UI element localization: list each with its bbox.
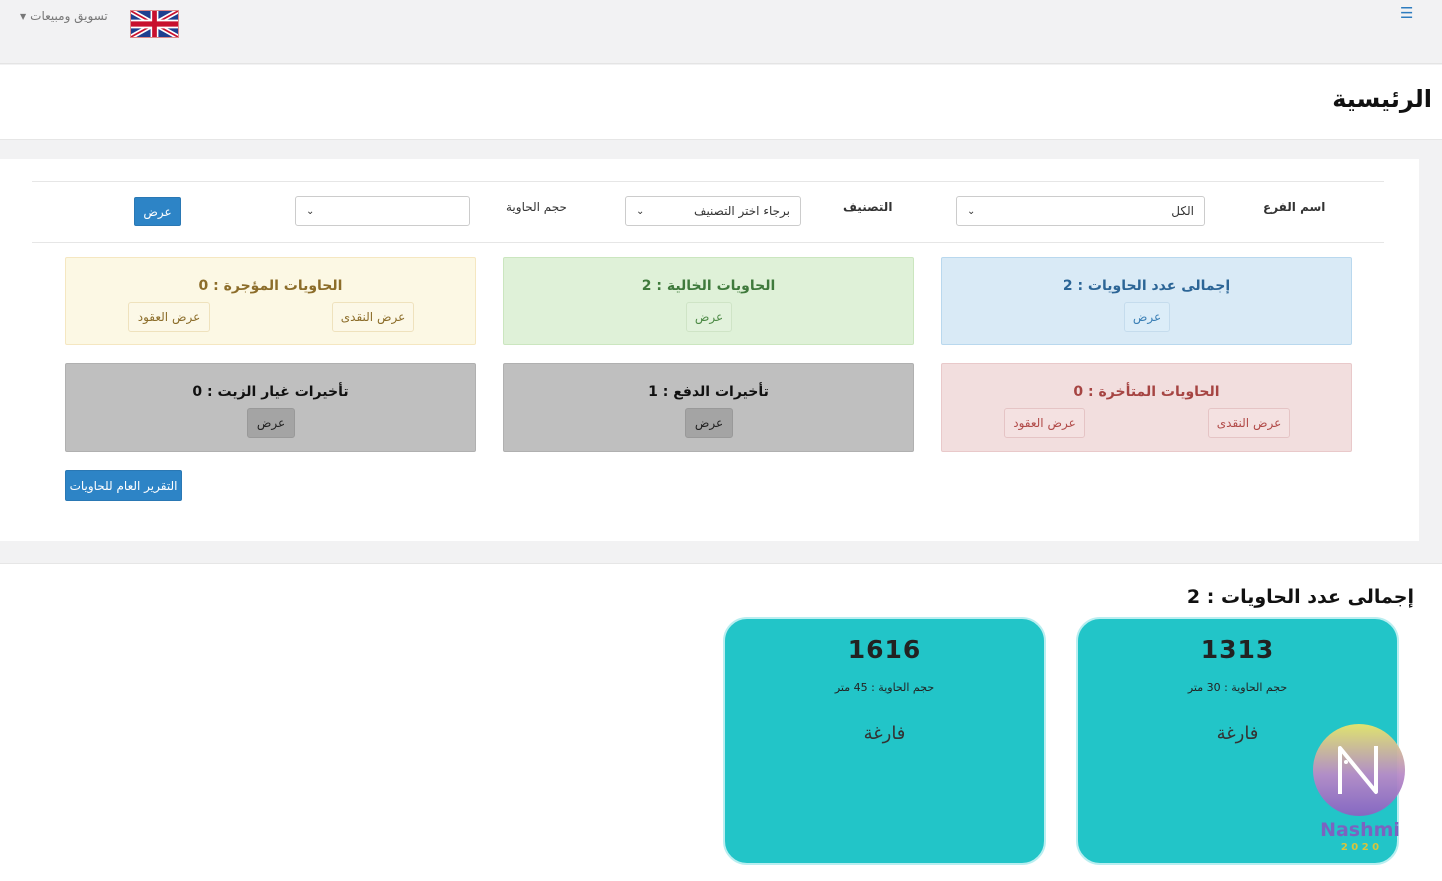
- logo-text: Nashmi: [1320, 819, 1400, 841]
- chevron-down-icon: ⌄: [967, 205, 976, 217]
- nashmi-logo: Nashmi 2 0 2 0: [1313, 724, 1405, 852]
- oil-delays-card: تأخيرات غيار الزيت : 0 عرض: [65, 363, 476, 452]
- rented-containers-title: الحاويات المؤجرة : 0: [198, 278, 343, 294]
- show-button[interactable]: عرض: [134, 197, 181, 226]
- total-containers-title: إجمالى عدد الحاويات : 2: [1062, 278, 1231, 294]
- container-size: حجم الحاوية : 45 متر: [834, 681, 935, 694]
- oil-delays-title: تأخيرات غيار الزيت : 0: [192, 384, 349, 400]
- container-number: 1313: [1200, 635, 1275, 664]
- branch-label: اسم الفرع: [1263, 200, 1326, 214]
- rented-containers-card: الحاويات المؤجرة : 0 عرض النقدى عرض العق…: [65, 257, 476, 345]
- general-report-button[interactable]: التقرير العام للحاويات: [65, 470, 182, 501]
- top-navbar: ☰ تسويق ومبيعات ▼: [0, 0, 1442, 64]
- container-tile[interactable]: 1616 حجم الحاوية : 45 متر فارغة: [723, 617, 1046, 865]
- late-containers-title: الحاويات المتأخرة : 0: [1073, 384, 1220, 400]
- payment-delays-view-button[interactable]: عرض: [685, 408, 733, 438]
- category-select-value: برجاء اختر التصنيف: [694, 204, 790, 218]
- branch-select[interactable]: الكل ⌄: [956, 196, 1205, 226]
- user-menu-label: تسويق ومبيعات: [30, 9, 108, 23]
- containers-section-title: إجمالى عدد الحاويات : 2: [1186, 586, 1414, 608]
- logo-subtext: 2 0 2 0: [1341, 842, 1379, 852]
- page-title: الرئيسية: [1332, 85, 1432, 113]
- empty-containers-title: الحاويات الخالية : 2: [641, 278, 776, 294]
- dashboard-panel: اسم الفرع الكل ⌄ التصنيف برجاء اختر التص…: [0, 159, 1419, 541]
- size-select[interactable]: ⌄: [295, 196, 470, 226]
- branch-select-value: الكل: [1171, 204, 1194, 218]
- page-header: الرئيسية: [0, 65, 1442, 140]
- caret-down-icon: ▼: [20, 11, 27, 21]
- payment-delays-card: تأخيرات الدفع : 1 عرض: [503, 363, 914, 452]
- total-containers-view-button[interactable]: عرض: [1124, 302, 1170, 332]
- empty-containers-card: الحاويات الخالية : 2 عرض: [503, 257, 914, 345]
- size-label: حجم الحاوية: [506, 200, 567, 214]
- container-number: 1616: [847, 635, 922, 664]
- divider: [32, 242, 1384, 243]
- uk-flag-icon[interactable]: [130, 10, 179, 38]
- user-menu-dropdown[interactable]: تسويق ومبيعات ▼: [20, 9, 108, 23]
- containers-section: إجمالى عدد الحاويات : 2 1313 حجم الحاوية…: [0, 563, 1442, 881]
- empty-containers-view-button[interactable]: عرض: [686, 302, 732, 332]
- payment-delays-title: تأخيرات الدفع : 1: [648, 384, 769, 400]
- category-label: التصنيف: [843, 200, 893, 214]
- late-contracts-button[interactable]: عرض العقود: [1004, 408, 1085, 438]
- chevron-down-icon: ⌄: [636, 205, 645, 217]
- late-containers-card: الحاويات المتأخرة : 0 عرض النقدى عرض الع…: [941, 363, 1352, 452]
- container-status: فارغة: [863, 723, 906, 744]
- total-containers-card: إجمالى عدد الحاويات : 2 عرض: [941, 257, 1352, 345]
- late-cash-button[interactable]: عرض النقدى: [1208, 408, 1290, 438]
- oil-delays-view-button[interactable]: عرض: [247, 408, 295, 438]
- rented-contracts-button[interactable]: عرض العقود: [128, 302, 210, 332]
- chevron-down-icon: ⌄: [306, 205, 315, 217]
- container-size: حجم الحاوية : 30 متر: [1187, 681, 1288, 694]
- divider: [32, 181, 1384, 182]
- rented-cash-button[interactable]: عرض النقدى: [332, 302, 414, 332]
- hamburger-icon[interactable]: ☰: [1400, 6, 1414, 21]
- category-select[interactable]: برجاء اختر التصنيف ⌄: [625, 196, 801, 226]
